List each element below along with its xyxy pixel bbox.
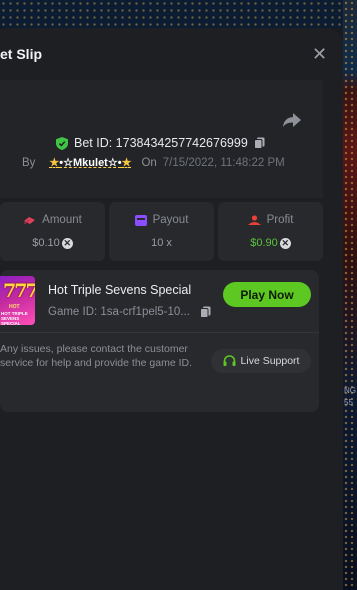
stat-amount-label: Amount [42,214,82,226]
stat-payout: Payout 10 x [109,202,214,261]
stat-payout-label: Payout [152,214,189,226]
bet-stats: Amount $0.10 ✕ Payout 10 x Profit $0.90 … [0,202,323,261]
stat-profit-label: Profit [266,214,294,226]
coin-icon: ✕ [61,237,73,249]
support-note: Any issues, please contact the customer … [0,343,193,369]
stack-icon [24,216,36,224]
star-icon: ★ [49,157,60,169]
game-name: Hot Triple Sevens Special [48,283,192,297]
star-icon: ★ [121,157,132,169]
stat-amount: Amount $0.10 ✕ [0,202,105,261]
background-game-strip-side [343,0,357,590]
thumb-title: HOT TRIPLE SEVENS SPECIAL [1,311,28,325]
profit-icon [247,214,261,225]
coin-icon: ✕ [279,237,291,249]
live-support-button[interactable]: Live Support [211,349,311,373]
copy-icon[interactable] [253,137,265,149]
bet-slip-modal: et Slip ✕ Bet ID: 1738434257742676999 By… [0,28,343,590]
copy-icon[interactable] [199,306,211,318]
bet-date: 7/15/2022, 11:48:22 PM [162,156,285,169]
stat-profit-value: $0.90 [250,237,278,249]
close-icon[interactable]: ✕ [312,44,327,64]
headset-icon [223,355,236,366]
game-card: 777 HOT HOT TRIPLE SEVENS SPECIAL Hot Tr… [0,270,319,412]
game-thumbnail[interactable]: 777 HOT HOT TRIPLE SEVENS SPECIAL [0,276,35,325]
by-label: By [22,156,36,169]
live-support-label: Live Support [240,355,300,367]
background-side-text: NG 55 [344,386,356,407]
game-id-row: Game ID: 1sa-crf1pel5-10... [48,306,211,318]
bet-byline: By ★•☆Mkulet☆•★ On 7/15/2022, 11:48:22 P… [22,156,285,170]
background-game-strip-top [0,0,357,28]
stat-profit: Profit $0.90 ✕ [218,202,323,261]
stat-amount-value: $0.10 [32,237,60,249]
play-now-button[interactable]: Play Now [223,282,311,307]
divider [0,332,319,333]
modal-title: et Slip [0,46,43,62]
payout-icon [134,214,147,226]
game-id: Game ID: 1sa-crf1pel5-10... [48,306,190,318]
username-link[interactable]: ★•☆Mkulet☆•★ [49,156,131,169]
bet-id-row: Bet ID: 1738434257742676999 [56,136,265,150]
stat-payout-value: 10 x [151,237,172,249]
shield-check-icon [56,136,68,150]
thumb-sevens: 777 [3,280,35,302]
thumb-hot: HOT [9,304,20,310]
bet-id: Bet ID: 1738434257742676999 [74,136,248,150]
username: •☆Mkulet☆• [59,157,122,169]
on-label: On [141,156,157,169]
share-icon[interactable] [282,112,302,128]
